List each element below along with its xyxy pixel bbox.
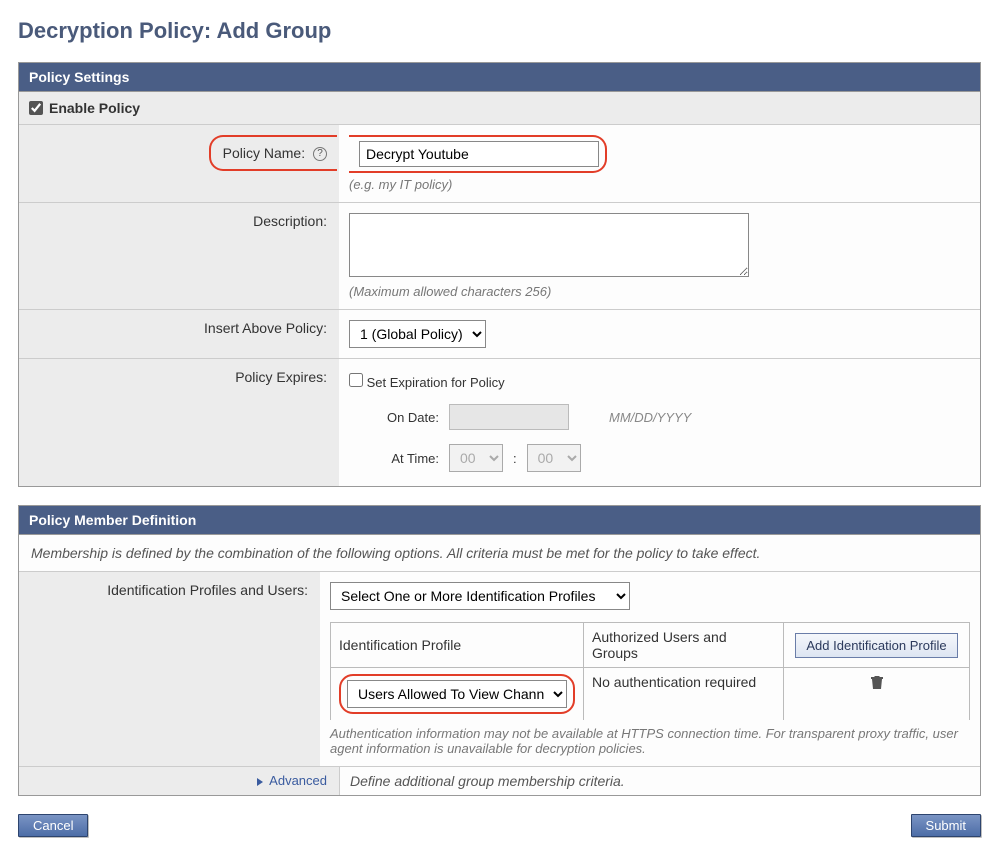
footer-bar: Cancel Submit bbox=[18, 814, 981, 837]
insert-above-select[interactable]: 1 (Global Policy) bbox=[349, 320, 486, 348]
policy-name-highlight: Policy Name: ? bbox=[209, 135, 337, 171]
member-definition-panel: Policy Member Definition Membership is d… bbox=[18, 505, 981, 796]
enable-policy-checkbox[interactable] bbox=[29, 101, 43, 115]
policy-settings-header: Policy Settings bbox=[19, 63, 980, 92]
policy-name-label: Policy Name: bbox=[223, 145, 305, 161]
on-date-label: On Date: bbox=[373, 410, 439, 425]
help-icon[interactable]: ? bbox=[313, 147, 327, 161]
submit-button[interactable]: Submit bbox=[911, 814, 981, 837]
insert-above-label: Insert Above Policy: bbox=[19, 310, 339, 359]
cancel-button[interactable]: Cancel bbox=[18, 814, 88, 837]
member-definition-header: Policy Member Definition bbox=[19, 506, 980, 535]
profiles-select[interactable]: Select One or More Identification Profil… bbox=[330, 582, 630, 610]
col-profile-header: Identification Profile bbox=[331, 623, 584, 668]
on-date-input[interactable] bbox=[449, 404, 569, 430]
policy-name-input-highlight bbox=[349, 135, 607, 173]
policy-name-hint: (e.g. my IT policy) bbox=[349, 177, 970, 192]
set-expiration-checkbox[interactable] bbox=[349, 373, 363, 387]
time-colon: : bbox=[513, 451, 517, 466]
set-expiration-label: Set Expiration for Policy bbox=[367, 375, 505, 390]
at-time-label: At Time: bbox=[373, 451, 439, 466]
col-users-header: Authorized Users and Groups bbox=[584, 623, 784, 668]
profiles-label: Identification Profiles and Users: bbox=[19, 572, 320, 766]
add-identification-profile-button[interactable]: Add Identification Profile bbox=[795, 633, 957, 658]
expires-label: Policy Expires: bbox=[19, 359, 339, 487]
minute-select[interactable]: 00 bbox=[527, 444, 581, 472]
auth-note: Authentication information may not be av… bbox=[330, 726, 970, 756]
description-hint: (Maximum allowed characters 256) bbox=[349, 284, 970, 299]
profiles-table: Identification Profile Authorized Users … bbox=[330, 622, 970, 720]
table-row: Users Allowed To View Channel No authent… bbox=[331, 668, 970, 721]
advanced-link[interactable]: Advanced bbox=[269, 773, 327, 788]
chevron-right-icon bbox=[257, 778, 263, 786]
advanced-text: Define additional group membership crite… bbox=[339, 767, 980, 795]
row-users-cell: No authentication required bbox=[584, 668, 784, 721]
row-profile-select[interactable]: Users Allowed To View Channel bbox=[347, 680, 567, 708]
member-definition-description: Membership is defined by the combination… bbox=[19, 535, 980, 572]
on-date-hint: MM/DD/YYYY bbox=[609, 410, 691, 425]
policy-name-input[interactable] bbox=[359, 141, 599, 167]
description-textarea[interactable] bbox=[349, 213, 749, 277]
enable-policy-row: Enable Policy bbox=[19, 92, 980, 125]
hour-select[interactable]: 00 bbox=[449, 444, 503, 472]
policy-settings-panel: Policy Settings Enable Policy Policy Nam… bbox=[18, 62, 981, 487]
trash-icon[interactable] bbox=[870, 677, 884, 693]
enable-policy-label: Enable Policy bbox=[49, 100, 140, 116]
page-title: Decryption Policy: Add Group bbox=[18, 18, 981, 44]
description-label: Description: bbox=[19, 203, 339, 310]
row-profile-highlight: Users Allowed To View Channel bbox=[339, 674, 575, 714]
